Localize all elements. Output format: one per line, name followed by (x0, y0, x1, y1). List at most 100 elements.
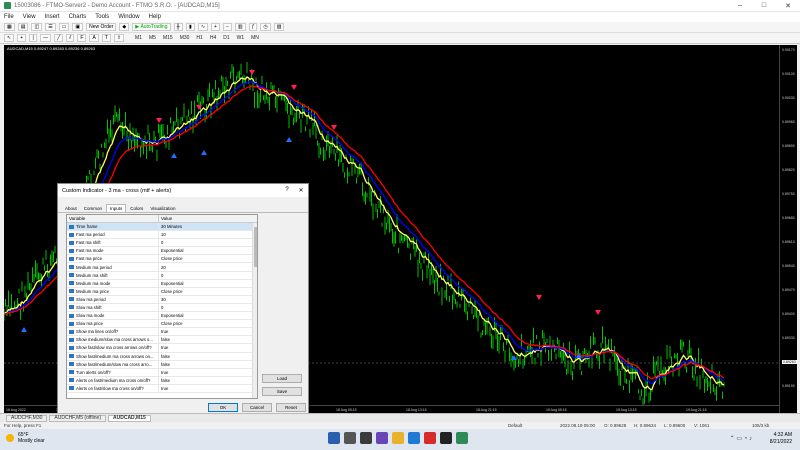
tf-h1[interactable]: H1 (196, 35, 202, 41)
zoom-in-icon[interactable]: + (211, 23, 220, 31)
bar-chart-icon[interactable]: ╫ (173, 23, 184, 31)
close-button[interactable]: ✕ (776, 2, 800, 10)
periods-icon[interactable]: ◷ (260, 23, 271, 31)
cancel-button[interactable]: Cancel (242, 403, 272, 412)
crosshair-icon[interactable]: + (17, 34, 27, 42)
start-icon[interactable] (328, 432, 340, 444)
edge-icon[interactable] (408, 432, 420, 444)
menu-charts[interactable]: Charts (69, 14, 87, 20)
header-variable[interactable]: Variable (67, 215, 159, 222)
variable-value[interactable]: true (159, 385, 257, 392)
input-row[interactable]: Show fast/medium/slow ma cross arro... fa… (67, 360, 257, 369)
variable-value[interactable]: Close price (159, 255, 257, 262)
tf-m30[interactable]: M30 (180, 35, 190, 41)
variable-value[interactable]: 10 (159, 231, 257, 238)
header-value[interactable]: Value (159, 215, 172, 222)
tf-m15[interactable]: M15 (163, 35, 173, 41)
variable-value[interactable]: Exponential (159, 280, 257, 287)
ok-button[interactable]: OK (208, 403, 238, 412)
menu-help[interactable]: Help (149, 14, 161, 20)
variable-value[interactable]: Close price (159, 320, 257, 327)
chart-tab-active[interactable]: AUDCAD,M15 (108, 414, 151, 422)
label-icon[interactable]: T (101, 34, 111, 42)
search-icon[interactable] (344, 432, 356, 444)
channel-icon[interactable]: ⫽ (66, 34, 75, 42)
tf-d1[interactable]: D1 (223, 35, 229, 41)
tile-icon[interactable]: ▥ (234, 23, 246, 31)
input-row[interactable]: Slow ma shift 0 (67, 303, 257, 313)
task-view-icon[interactable] (360, 432, 372, 444)
metatrader-icon[interactable] (456, 432, 468, 444)
tf-w1[interactable]: W1 (237, 35, 245, 41)
vertical-line-icon[interactable]: | (29, 34, 38, 42)
chart-tab[interactable]: AUDCHF,M30 (6, 414, 48, 422)
input-row[interactable]: Fast ma shift 0 (67, 239, 257, 248)
tab-common[interactable]: Common (81, 205, 105, 212)
menu-tools[interactable]: Tools (95, 14, 109, 20)
input-row[interactable]: Slow ma price Close price (67, 320, 257, 329)
new-chart-icon[interactable]: ▦ (4, 23, 15, 31)
tf-h4[interactable]: H4 (210, 35, 216, 41)
input-row[interactable]: Fast ma period 10 (67, 231, 257, 240)
dialog-help-button[interactable]: ? (280, 187, 294, 194)
tab-colors[interactable]: Colors (127, 205, 146, 212)
variable-value[interactable]: 30 (159, 296, 257, 303)
horizontal-line-icon[interactable]: — (40, 34, 52, 42)
variable-value[interactable]: 20 (159, 263, 257, 270)
variable-value[interactable]: false (159, 336, 257, 343)
zoom-out-icon[interactable]: − (222, 23, 232, 31)
minimize-button[interactable]: – (728, 2, 752, 10)
terminal-icon[interactable]: ▭ (58, 23, 70, 31)
tab-visualization[interactable]: Visualization (147, 205, 178, 212)
autotrading-button[interactable]: ▶ AutoTrading (132, 23, 171, 31)
system-tray-icons[interactable]: ⌃ ▭ ◔ ♪ (730, 435, 752, 442)
fibo-icon[interactable]: F (77, 34, 87, 42)
tester-icon[interactable]: ▣ (72, 23, 84, 31)
tf-m1[interactable]: M1 (135, 35, 142, 41)
market-watch-icon[interactable]: ◫ (31, 23, 43, 31)
save-button[interactable]: Save (262, 387, 302, 396)
input-row[interactable]: Slow ma mode Exponential (67, 312, 257, 321)
variable-value[interactable]: Close price (159, 288, 257, 295)
input-row[interactable]: Medium ma price Close price (67, 287, 257, 296)
tradingview-icon[interactable] (440, 432, 452, 444)
input-row[interactable]: Medium ma period 20 (67, 263, 257, 272)
new-order-button[interactable]: New Order (86, 23, 117, 31)
variable-value[interactable]: 30 Minutes (159, 223, 257, 230)
tab-about[interactable]: About (62, 205, 80, 212)
teams-icon[interactable] (376, 432, 388, 444)
text-icon[interactable]: A (89, 34, 99, 42)
variable-value[interactable]: Exponential (159, 247, 257, 254)
cursor-icon[interactable]: ↖ (4, 34, 15, 42)
load-button[interactable]: Load (262, 374, 302, 383)
indicators-icon[interactable]: ƒ (248, 23, 258, 31)
dialog-close-button[interactable]: ✕ (294, 187, 308, 194)
profiles-icon[interactable]: ▤ (17, 23, 29, 31)
maximize-button[interactable]: □ (752, 2, 776, 10)
input-row[interactable]: Fast ma mode Exponential (67, 247, 257, 256)
variable-value[interactable]: true (159, 328, 257, 335)
scroll-thumb[interactable] (254, 227, 257, 267)
opera-icon[interactable] (424, 432, 436, 444)
input-row[interactable]: Fast ma price Close price (67, 255, 257, 264)
chart-tab[interactable]: AUDCHF,M5 (offline) (49, 414, 106, 422)
tf-mn[interactable]: MN (251, 35, 259, 41)
input-row[interactable]: Show medium/slow ma cross arrows o... fal… (67, 336, 257, 345)
clock[interactable]: 4:32 AM 8/21/2022 (770, 432, 792, 446)
variable-value[interactable]: true (159, 344, 257, 351)
input-row[interactable]: Alerts on fast/slow ma cross on/off? true (67, 384, 257, 393)
input-row[interactable]: Show fast/slow ma cross arrows on/off? tr… (67, 344, 257, 353)
input-row[interactable]: Show ma lines on/off? true (67, 328, 257, 337)
weather-widget[interactable]: 65°F Mostly clear (6, 432, 45, 444)
input-row[interactable]: Turn alerts on/off? true (67, 368, 257, 377)
status-profile[interactable]: Default (508, 423, 522, 428)
menu-view[interactable]: View (23, 14, 36, 20)
trendline-icon[interactable]: ╱ (54, 34, 64, 42)
input-row[interactable]: Show fast/medium ma cross arrows on... fa… (67, 352, 257, 361)
navigator-icon[interactable]: ☰ (45, 23, 56, 31)
variable-value[interactable]: 0 (159, 304, 257, 311)
variable-value[interactable]: false (159, 353, 257, 360)
tab-inputs[interactable]: Inputs (106, 204, 127, 212)
input-row[interactable]: Time frame 30 Minutes (67, 223, 257, 232)
variable-value[interactable]: true (159, 369, 257, 376)
